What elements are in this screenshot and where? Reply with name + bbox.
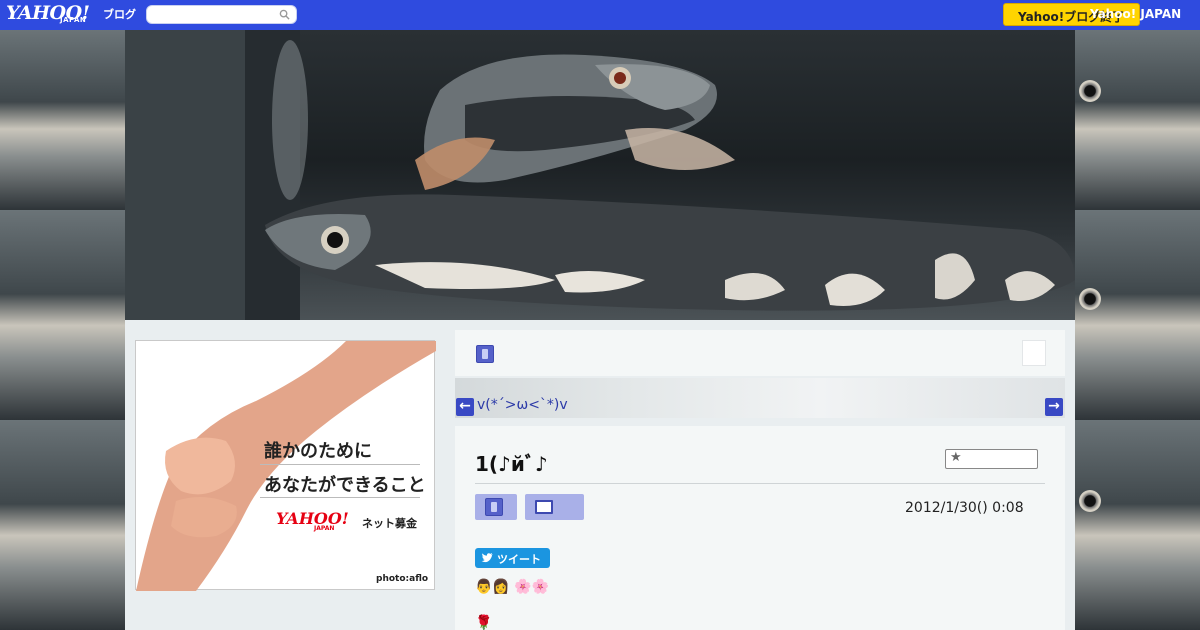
fish-eye-decoration [1079, 80, 1101, 102]
background-right-middle [1075, 210, 1200, 420]
background-right-lower [1075, 420, 1200, 630]
yahoo-logo-sub: JAPAN [60, 16, 87, 24]
ad-photo-credit: photo:aflo [376, 574, 429, 584]
category-icon [485, 498, 503, 516]
blog-icon[interactable] [476, 345, 494, 363]
blog-service-label[interactable]: ブログ [103, 6, 136, 22]
fish-eye-decoration [1079, 288, 1101, 310]
top-navigation-bar: YAHOO! JAPAN ブログ Yahoo!ブログ終了 Yahoo! JAPA… [0, 0, 1200, 30]
next-arrow-icon[interactable]: → [1045, 398, 1063, 416]
yahoo-japan-link[interactable]: Yahoo! JAPAN [1090, 7, 1181, 21]
search-input[interactable] [146, 5, 297, 24]
ad-divider [260, 464, 420, 465]
search-icon[interactable] [279, 9, 290, 20]
article-emoji-line1: 👨‍👩 🌸🌸 [475, 579, 550, 595]
star-icon: ★ [950, 450, 962, 465]
category-button[interactable] [475, 494, 517, 520]
ad-headline: 誰かのために あなたができること [264, 435, 426, 503]
prev-arrow-icon[interactable]: ← [456, 398, 474, 416]
ad-fundraise-label: ネット募金 [362, 517, 417, 530]
folder-button[interactable] [525, 494, 584, 520]
blog-header-widget[interactable] [1022, 340, 1046, 366]
background-left-middle [0, 210, 125, 420]
article-title[interactable]: 1(♪йﾞ♪ [475, 448, 548, 477]
ad-divider [260, 497, 420, 498]
background-left-lower [0, 420, 125, 630]
article-emoji-line2: 🌹 [475, 615, 493, 630]
folder-icon [535, 500, 553, 514]
article-date: 2012/1/30() 0:08 [905, 500, 1024, 516]
twitter-bird-icon [481, 552, 493, 563]
blog-header-banner [125, 30, 1075, 320]
blog-title-link[interactable]: v(*´>ω<`*)v [477, 397, 568, 413]
tweet-button[interactable]: ツイート [475, 548, 550, 568]
charity-ad-banner[interactable]: 誰かのために あなたができること YAHOO! JAPAN ネット募金 phot… [135, 340, 436, 591]
ad-yahoo-logo-sub: JAPAN [314, 525, 335, 532]
tweet-label: ツイート [497, 553, 541, 566]
fish-photo [125, 30, 1075, 320]
title-divider [475, 483, 1045, 484]
blog-header-bar [455, 330, 1065, 376]
background-left-upper [0, 30, 125, 210]
ad-yahoo-logo: YAHOO! [276, 509, 349, 528]
fish-eye-decoration [1079, 490, 1101, 512]
background-right-upper [1075, 30, 1200, 210]
favorite-button[interactable]: ★ [945, 449, 1038, 469]
